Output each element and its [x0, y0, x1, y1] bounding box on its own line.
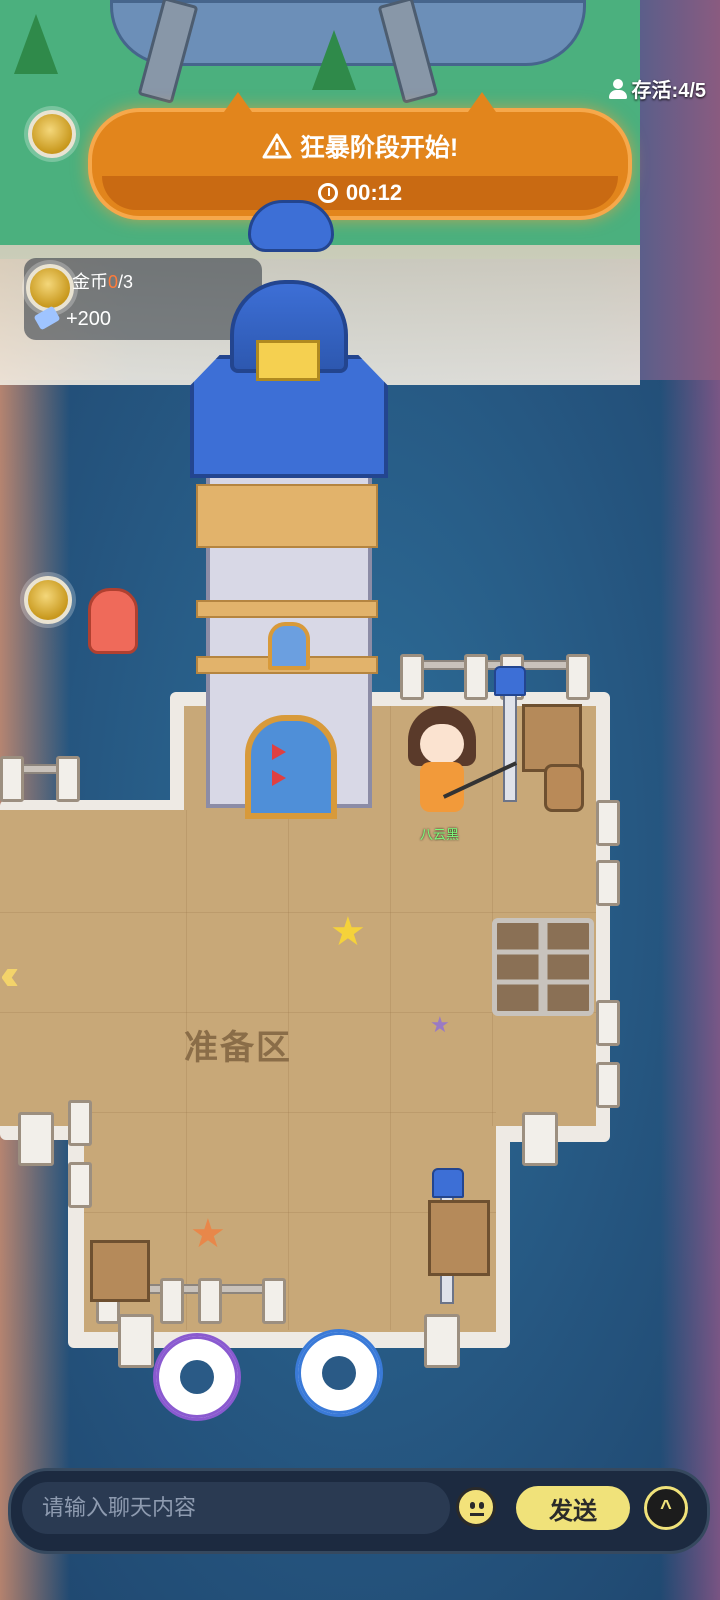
coin-icon	[26, 264, 74, 312]
starfish-icon: ★	[190, 1212, 226, 1256]
alert-notch-left	[224, 92, 252, 112]
coin-pickup[interactable]	[24, 576, 72, 624]
bollard	[18, 1112, 54, 1166]
survival-text: 存活:4/5	[631, 80, 706, 102]
tile-line	[84, 1112, 496, 1113]
coin-total: /3	[118, 272, 134, 292]
prep-zone-label: 准备区	[184, 1029, 292, 1067]
chevron-up-icon: ^	[660, 1496, 672, 1519]
tree-icon	[312, 30, 356, 90]
player-name: 八云黑	[420, 827, 460, 842]
tile-line	[0, 912, 596, 913]
tile-line	[492, 706, 493, 1126]
dock-railing	[400, 660, 584, 670]
dock-post	[566, 654, 590, 700]
tile-line	[186, 810, 187, 1330]
stopwatch-icon	[317, 183, 338, 203]
dock-post	[0, 756, 24, 802]
dock-post	[68, 1162, 92, 1208]
barrel	[544, 764, 584, 812]
floor-grate	[492, 918, 594, 1016]
lighthouse-door[interactable]	[245, 715, 337, 819]
starfish-icon: ★	[330, 910, 366, 954]
coin-reward: +200	[66, 308, 112, 330]
dock-post	[400, 654, 424, 700]
chat-input[interactable]	[22, 1482, 450, 1534]
dock-post	[464, 654, 488, 700]
life-ring-purple	[156, 1336, 238, 1418]
bollard	[522, 1112, 558, 1166]
person-icon	[608, 78, 627, 99]
lamp-post	[503, 690, 517, 802]
dock-post	[198, 1278, 222, 1324]
tile-line	[288, 810, 289, 1330]
coin-pickup[interactable]	[28, 110, 76, 158]
tree-icon	[14, 14, 58, 74]
lamp-icon	[494, 666, 526, 696]
dock-post	[596, 860, 620, 906]
lighthouse-light	[256, 340, 320, 381]
lighthouse-window	[268, 622, 310, 670]
smiley-icon	[470, 1513, 484, 1516]
expand-chat-button[interactable]: ^	[644, 1486, 688, 1530]
alert-title: 狂暴阶段开始!	[299, 134, 459, 162]
warning-icon	[262, 133, 292, 159]
send-button[interactable]: 发送	[516, 1486, 630, 1530]
chevron-left-icon: ‹‹	[0, 950, 20, 999]
life-ring-blue	[298, 1332, 380, 1414]
berserk-phase-alert: 狂暴阶段开始! 00:12	[88, 92, 632, 220]
emoji-button[interactable]	[456, 1487, 496, 1527]
arrow-right-icon	[272, 744, 286, 760]
dock-post	[596, 1000, 620, 1046]
crate	[522, 704, 582, 772]
alert-timer-row: 00:12	[102, 176, 618, 210]
tile-line	[390, 706, 391, 1330]
lighthouse-balcony	[196, 484, 378, 548]
coin-objective-label: 金币0/3	[72, 272, 134, 292]
countdown-timer: 00:12	[345, 180, 403, 205]
player-face	[420, 724, 464, 764]
zone-edge-right	[660, 380, 720, 1600]
alert-notch-right	[468, 92, 496, 112]
whale-ornament	[248, 200, 334, 252]
red-buoy	[88, 588, 138, 654]
dock-post	[56, 756, 80, 802]
dock-post	[68, 1100, 92, 1146]
bollard	[118, 1314, 154, 1368]
survival-counter: 存活:4/5	[608, 74, 706, 103]
alert-title-row: 狂暴阶段开始!	[92, 128, 628, 164]
crate	[90, 1240, 150, 1302]
dock-post	[596, 800, 620, 846]
lamp-icon	[432, 1168, 464, 1198]
crate	[428, 1200, 490, 1276]
lighthouse-band	[196, 600, 378, 618]
starfish-icon: ★	[430, 1012, 450, 1037]
dock-post	[160, 1278, 184, 1324]
coin-current: 0	[108, 272, 119, 292]
arrow-right-icon	[272, 770, 286, 786]
bollard	[424, 1314, 460, 1368]
dock-post	[596, 1062, 620, 1108]
dock-post	[262, 1278, 286, 1324]
